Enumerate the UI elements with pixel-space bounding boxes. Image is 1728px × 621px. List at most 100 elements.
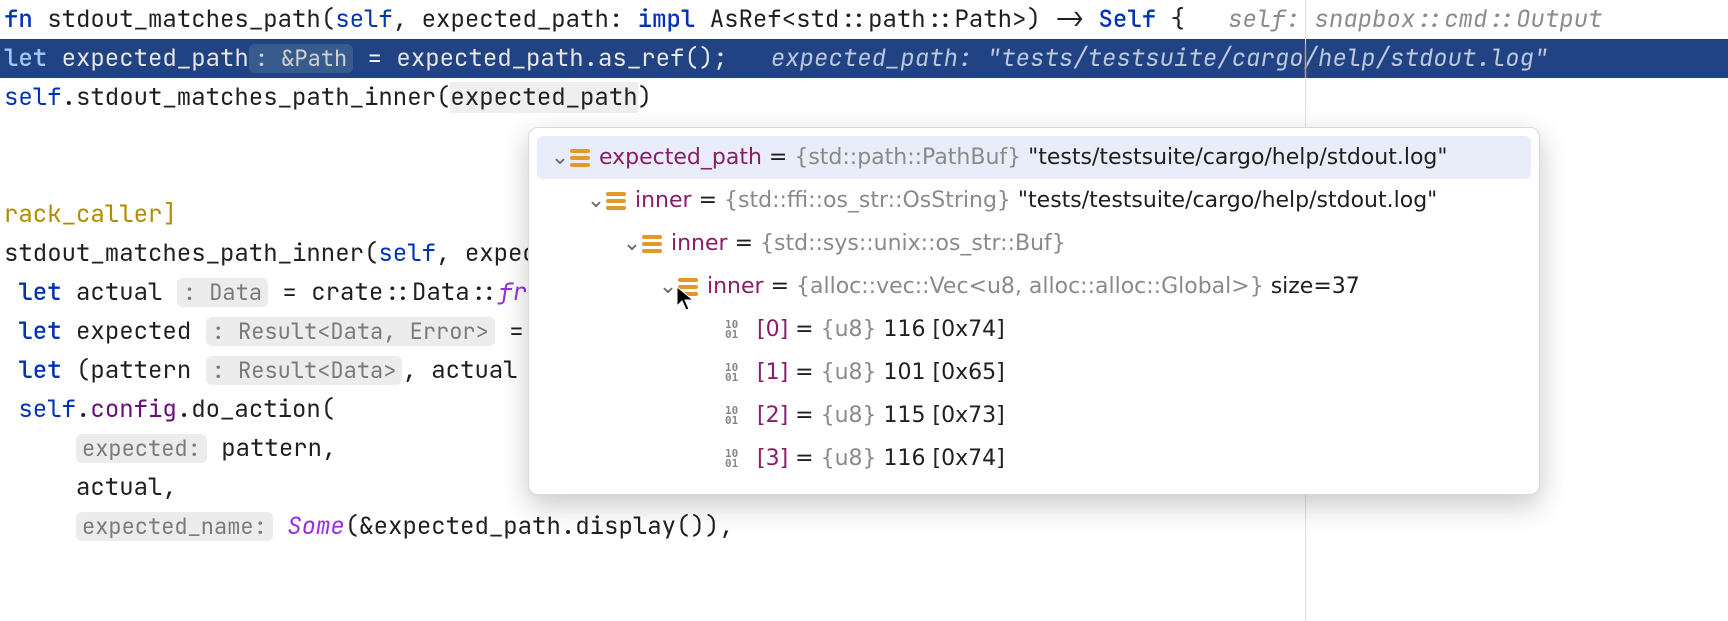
variable-type: {std::path::PathBuf} xyxy=(794,136,1021,179)
binary-icon: 1001 xyxy=(725,320,747,340)
array-item-row[interactable]: 1001 [0] = {u8} 116 [0x74] xyxy=(529,308,1539,351)
inline-value-hint: expected_path: "tests/testsuite/cargo/he… xyxy=(771,43,1549,74)
fn-name: stdout_matches_path xyxy=(47,4,321,35)
method-call: do_action xyxy=(191,394,321,425)
array-index: [3] xyxy=(757,437,788,480)
rhs-ident: expected_path xyxy=(396,43,583,74)
type-inlay: : Result<Data, Error> xyxy=(206,317,495,346)
paren: (& xyxy=(345,511,374,542)
array-index: [2] xyxy=(757,394,788,437)
variable-row-inner-buf[interactable]: ⌄ inner = {std::sys::unix::os_str::Buf} xyxy=(529,222,1539,265)
variable-type: {u8} xyxy=(821,437,877,480)
paren-open: ( xyxy=(76,355,90,386)
fn-name: stdout_matches_path_inner xyxy=(4,238,364,269)
variable-value: "tests/testsuite/cargo/help/stdout.log" xyxy=(1028,136,1447,179)
keyword-fn: fn xyxy=(4,4,33,35)
variable-row-inner-osstring[interactable]: ⌄ inner = {std::ffi::os_str::OsString} "… xyxy=(529,179,1539,222)
crate-path: crate:: xyxy=(311,277,412,308)
var-name: actual xyxy=(76,277,162,308)
code-line[interactable]: expected_name: Some(&expected_path.displ… xyxy=(0,507,1728,546)
var-name: expected xyxy=(76,316,191,347)
variable-size: size=37 xyxy=(1271,265,1360,308)
variable-value: 101 [0x65] xyxy=(884,351,1005,394)
arrow: -> xyxy=(1041,4,1099,35)
text-caret xyxy=(1304,44,1307,78)
type-inlay: : Data xyxy=(177,278,268,307)
array-item-row[interactable]: 1001 [2] = {u8} 115 [0x73] xyxy=(529,394,1539,437)
method-call: .stdout_matches_path_inner( xyxy=(62,82,451,113)
call: .display()), xyxy=(561,511,734,542)
keyword-let: let xyxy=(18,355,61,386)
chevron-down-icon[interactable]: ⌄ xyxy=(551,136,569,179)
variable-type: {std::sys::unix::os_str::Buf} xyxy=(760,222,1066,265)
equals: = xyxy=(353,43,396,74)
variable-name: expected_path xyxy=(599,136,762,179)
variable-type: {alloc::vec::Vec<u8, alloc::alloc::Globa… xyxy=(796,265,1264,308)
code-line[interactable]: self.stdout_matches_path_inner(expected_… xyxy=(0,78,1728,117)
variable-name: inner xyxy=(671,222,728,265)
equals: = xyxy=(268,277,311,308)
self-param: self xyxy=(378,238,436,269)
code-editor[interactable]: fn stdout_matches_path(self, expected_pa… xyxy=(0,0,1728,621)
var-name: expected_path xyxy=(62,43,249,74)
arg-name: expected_path xyxy=(450,82,637,113)
code-line[interactable]: fn stdout_matches_path(self, expected_pa… xyxy=(0,0,1728,39)
array-index: [0] xyxy=(757,308,788,351)
dot: . xyxy=(177,394,191,425)
variable-value: 116 [0x74] xyxy=(884,308,1005,351)
variable-type: {u8} xyxy=(821,394,877,437)
struct-icon xyxy=(641,234,663,254)
struct-icon xyxy=(605,191,627,211)
struct-icon xyxy=(569,148,591,168)
chevron-down-icon[interactable]: ⌄ xyxy=(659,265,677,308)
var-name: actual xyxy=(431,355,517,386)
keyword-impl: impl xyxy=(638,4,696,35)
variable-row-inner-vec[interactable]: ⌄ inner = {alloc::vec::Vec<u8, alloc::al… xyxy=(529,265,1539,308)
paren-close: ) xyxy=(638,82,652,113)
inline-hint-self: self: snapbox::cmd::Output xyxy=(1228,4,1602,35)
variable-name: inner xyxy=(707,265,764,308)
keyword-let: let xyxy=(18,316,61,347)
arg: pattern, xyxy=(221,433,336,464)
param-inlay: expected: xyxy=(76,434,207,463)
var-name: pattern xyxy=(90,355,191,386)
code-line-current[interactable]: let expected_path: &Path = expected_path… xyxy=(0,39,1728,78)
variable-type: {u8} xyxy=(821,351,877,394)
keyword-let: let xyxy=(4,43,47,74)
return-type: Self xyxy=(1099,4,1157,35)
rhs-call: .as_ref(); xyxy=(584,43,728,74)
array-index: [1] xyxy=(757,351,788,394)
variable-row-expected-path[interactable]: ⌄ expected_path = {std::path::PathBuf} "… xyxy=(537,136,1531,179)
brace-open: { xyxy=(1156,4,1185,35)
type-inlay: : &Path xyxy=(249,44,353,73)
chevron-down-icon[interactable]: ⌄ xyxy=(623,222,641,265)
param-name: expected_path xyxy=(422,4,609,35)
self-param: self xyxy=(335,4,393,35)
arg: actual, xyxy=(76,472,177,503)
variable-value: 115 [0x73] xyxy=(884,394,1005,437)
self-kw: self xyxy=(4,82,62,113)
comma: , xyxy=(402,355,431,386)
arg-ident: expected_path xyxy=(374,511,561,542)
type-name: Data xyxy=(412,277,470,308)
paren: ( xyxy=(321,394,335,425)
some-kw: Some xyxy=(287,511,345,542)
param-inlay: expected_name: xyxy=(76,512,273,541)
binary-icon: 1001 xyxy=(725,406,747,426)
array-item-row[interactable]: 1001 [1] = {u8} 101 [0x65] xyxy=(529,351,1539,394)
array-item-row[interactable]: 1001 [3] = {u8} 116 [0x74] xyxy=(529,437,1539,480)
debugger-variables-popup[interactable]: ⌄ expected_path = {std::path::PathBuf} "… xyxy=(528,127,1540,495)
binary-icon: 1001 xyxy=(725,449,747,469)
variable-value: "tests/testsuite/cargo/help/stdout.log" xyxy=(1018,179,1437,222)
variable-name: inner xyxy=(635,179,692,222)
dot: . xyxy=(76,394,90,425)
binary-icon: 1001 xyxy=(725,363,747,383)
variable-value: 116 [0x74] xyxy=(884,437,1005,480)
keyword-let: let xyxy=(18,277,61,308)
field-access: config xyxy=(90,394,176,425)
sep: :: xyxy=(470,277,499,308)
chevron-down-icon[interactable]: ⌄ xyxy=(587,179,605,222)
self-kw: self xyxy=(18,394,76,425)
variable-type: {std::ffi::os_str::OsString} xyxy=(724,179,1011,222)
attribute: rack_caller] xyxy=(4,199,177,230)
